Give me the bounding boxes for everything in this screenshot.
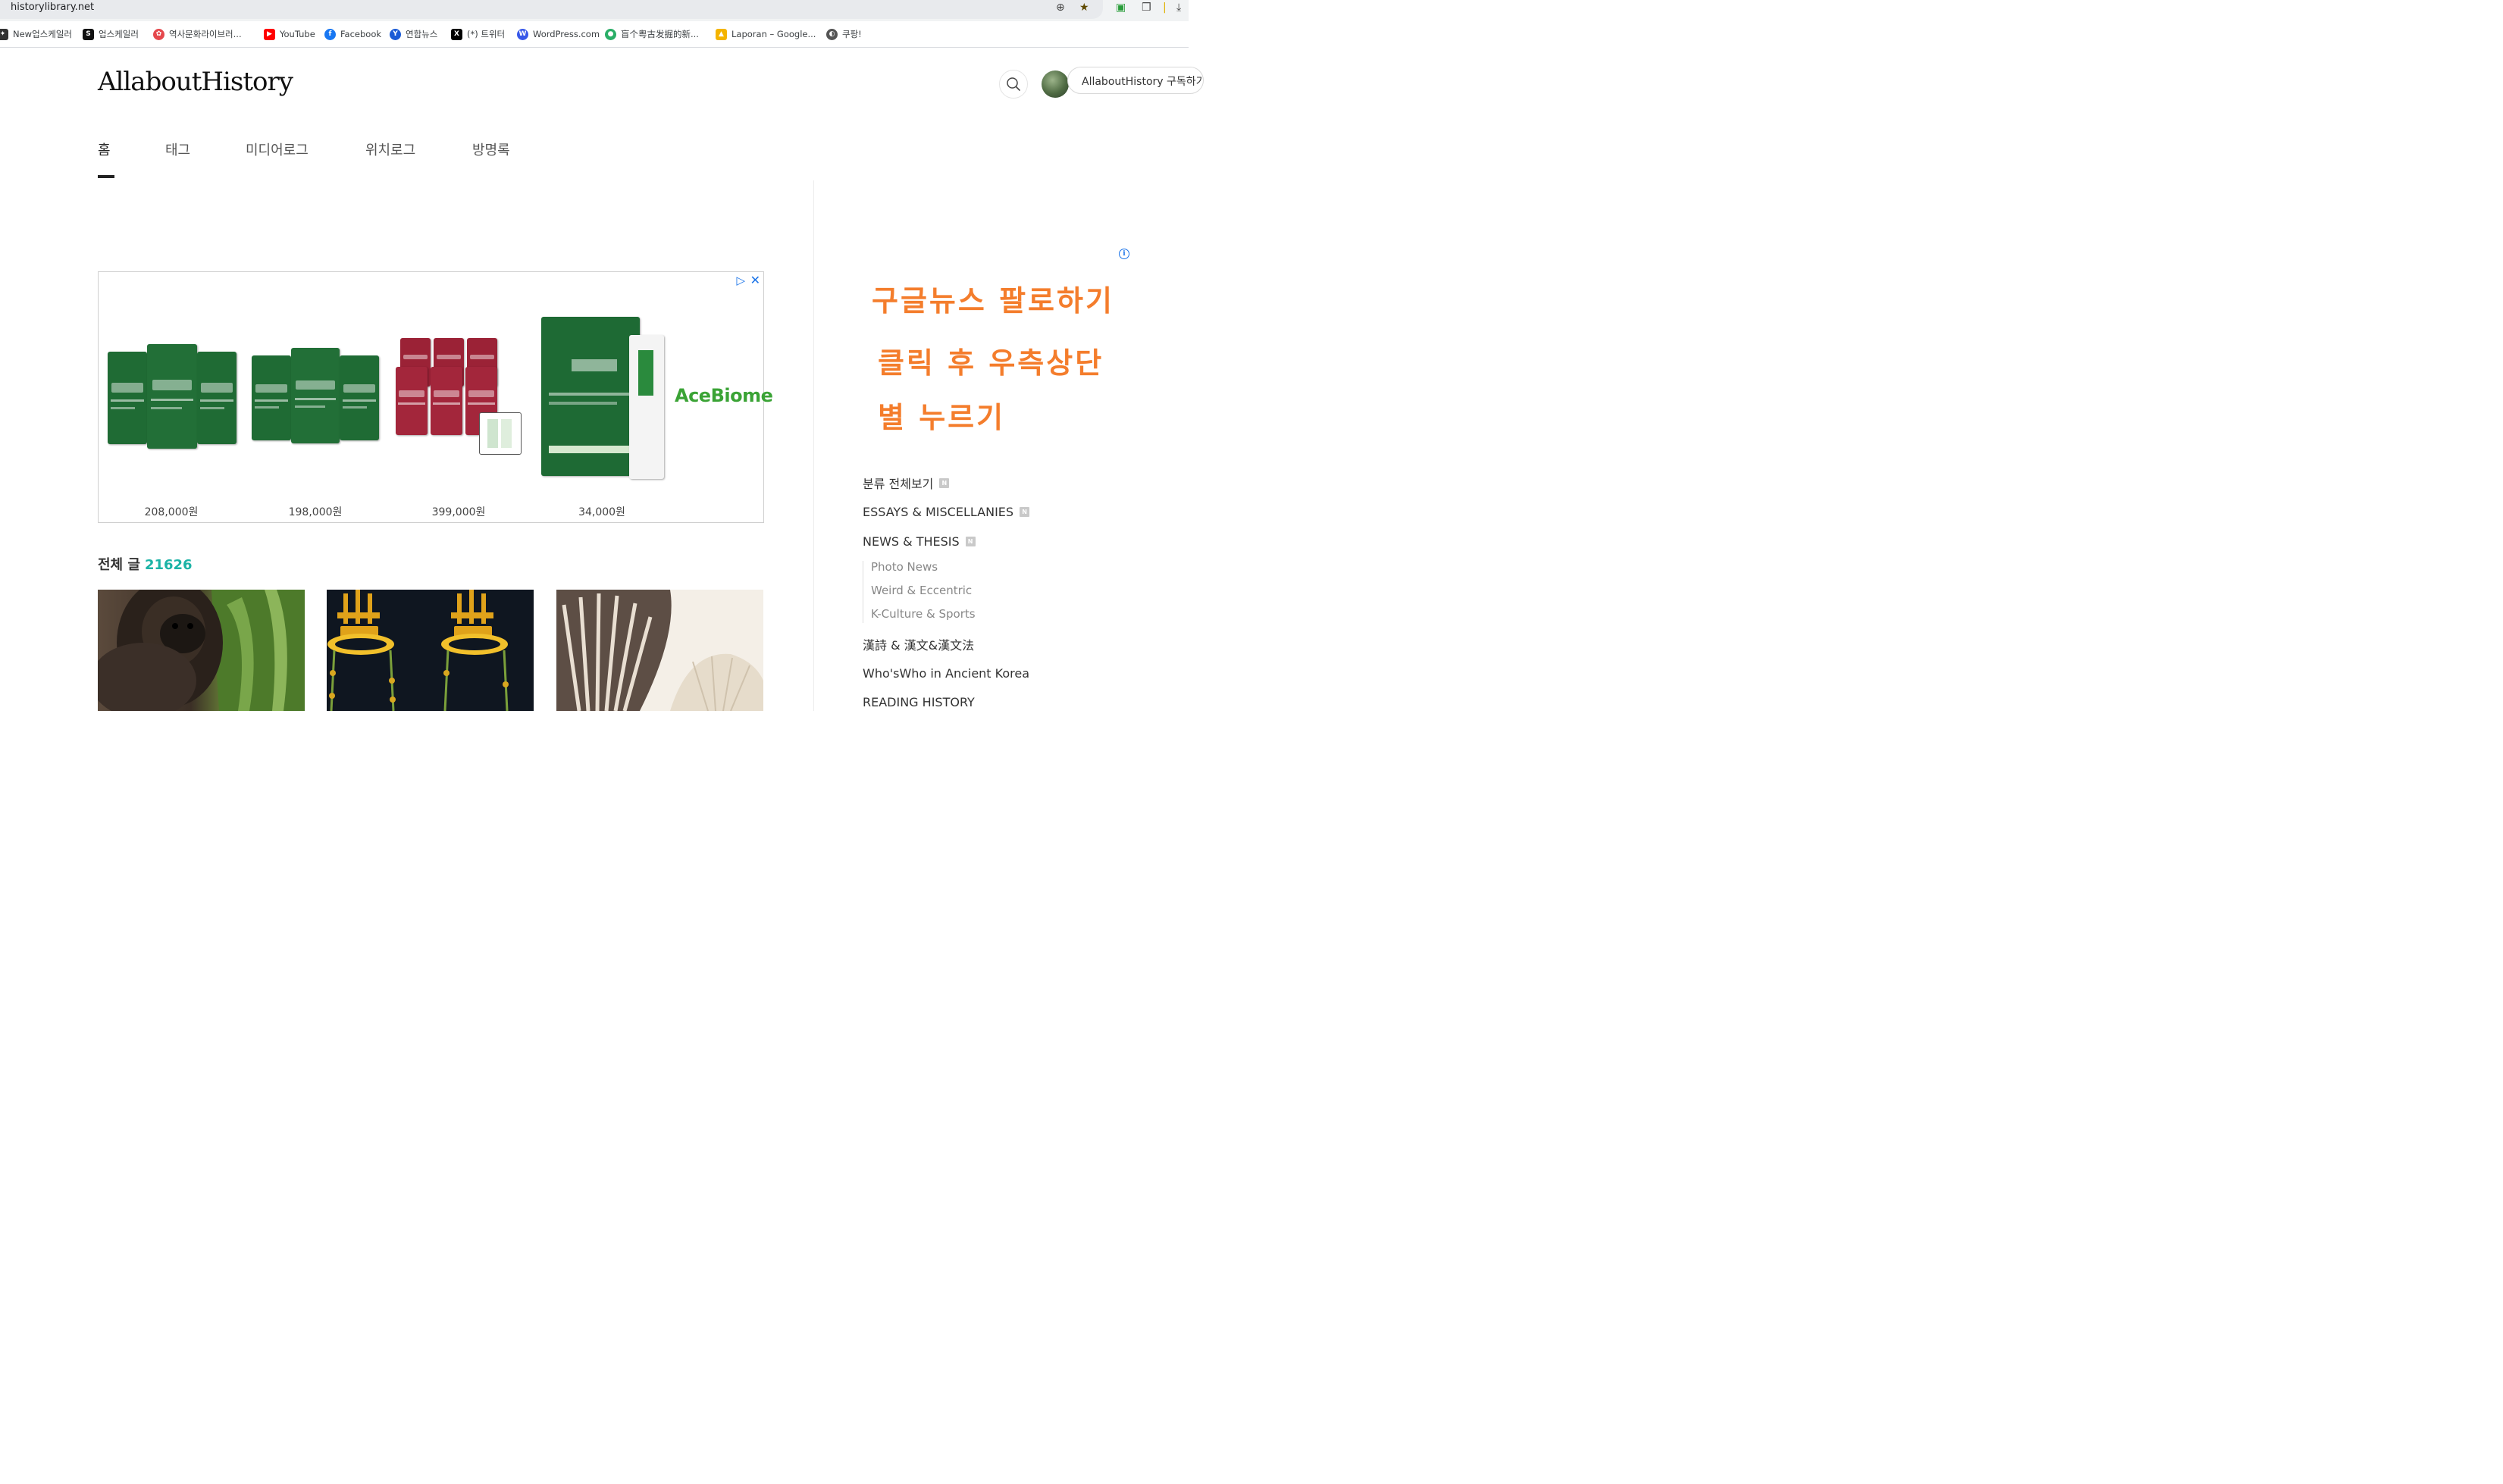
bookmark-favicon-icon: Y [390,28,401,40]
post-count-heading: 전체 글 21626 [98,554,193,574]
bookmark-star-icon[interactable]: ★ [1079,2,1089,14]
post-thumbnail-image [98,590,305,711]
promo-line[interactable]: 별 누르기 [878,394,1005,436]
close-icon[interactable]: ✕ [750,273,760,287]
new-badge: N [1020,507,1030,517]
bookmark-item[interactable]: f Facebook [324,27,381,41]
extension-icon[interactable]: ▣ [1116,2,1126,14]
category-label: NEWS & THESIS [863,534,960,549]
bookmark-favicon-icon: ✿ [153,28,164,40]
post-count-number: 21626 [144,557,193,573]
post-thumbnail-image [327,590,509,711]
ad-price[interactable]: 208,000원 [122,504,221,519]
avatar[interactable] [1042,70,1069,98]
ad-banner[interactable]: ▷ ✕ AceBiome 208,000원 198,000원 399,000원 … [98,271,773,523]
nav-medialog[interactable]: 미디어로그 [246,139,309,159]
youtube-icon: ▶ [264,28,275,40]
bookmark-item[interactable]: Y 연합뉴스 [390,27,437,41]
category-news-thesis[interactable]: NEWS & THESIS N [863,534,976,549]
category-all[interactable]: 분류 전체보기 N [863,474,950,492]
category-label: Who'sWho in Ancient Korea [863,666,1030,681]
nav-active-indicator [98,175,114,178]
bookmark-label: 쿠팡! [842,29,862,39]
adchoices-icon[interactable]: ▷ [736,274,745,287]
bookmark-item[interactable]: ✿ 역사문화라이브러... [153,27,242,41]
promo-line[interactable]: 클릭 후 우측상단 [878,340,1104,381]
bookmark-label: New업스케일러 [13,29,72,39]
site-logo[interactable]: AllaboutHistory [98,67,293,97]
bookmark-favicon-icon: ✦ [0,28,8,40]
category-reading-history[interactable]: READING HISTORY [863,695,975,709]
subcategory-weird-eccentric[interactable]: Weird & Eccentric [871,584,972,597]
bookmark-label: Facebook [340,29,382,39]
bookmark-label: 연합뉴스 [406,29,438,39]
nav-tag[interactable]: 태그 [165,139,190,159]
subcategory-kculture-sports[interactable]: K-Culture & Sports [871,607,976,621]
x-twitter-icon: X [451,28,462,40]
search-icon [1007,77,1020,91]
subcategory-photo-news[interactable]: Photo News [871,560,938,574]
bookmarks-bar: ✦ New업스케일러 S 업스케일러 ✿ 역사문화라이브러... ▶ YouTube f… [0,21,1189,48]
search-button[interactable] [999,70,1028,99]
bookmark-item[interactable]: ✦ New업스케일러 [0,27,72,41]
ad-product-image[interactable] [394,337,523,458]
ad-brand-name[interactable]: AceBiome [675,385,773,406]
post-thumbnail-image [556,590,763,711]
bookmark-label: Laporan – Google... [731,29,816,39]
bookmark-item[interactable]: ● 盲个粤古发掘的新... [605,27,699,41]
category-essays[interactable]: ESSAYS & MISCELLANIES N [863,505,1030,519]
bookmark-label: YouTube [280,29,315,39]
category-label: 분류 전체보기 [863,477,934,491]
nav-guestbook[interactable]: 방명록 [472,139,510,159]
ad-product-image[interactable] [538,314,675,481]
bookmark-label: (*) 트위터 [467,29,506,39]
post-thumbnail[interactable] [98,590,305,711]
bookmark-item[interactable]: ◐ 쿠팡! [826,27,862,41]
post-thumbnail[interactable] [556,590,763,711]
ad-price[interactable]: 34,000원 [553,504,651,519]
bookmark-label: 역사문화라이브러... [169,29,242,39]
content-sidebar-divider [813,180,814,711]
facebook-icon: f [324,28,336,40]
puzzle-icon[interactable]: ❒ [1142,2,1151,14]
google-ads-icon: ▲ [716,28,727,40]
ad-product-image[interactable] [106,344,243,450]
wechat-icon: ● [605,28,616,40]
promo-line[interactable]: 구글뉴스 팔로하기 [872,277,1114,319]
url-text[interactable]: historylibrary.net [11,2,94,13]
download-icon[interactable]: ⤓ [1176,2,1181,14]
bookmark-item[interactable]: W WordPress.com [517,27,600,41]
nav-locationlog[interactable]: 위치로그 [365,139,415,159]
bookmark-label: WordPress.com [533,29,600,39]
new-badge: N [965,537,976,546]
bookmark-favicon-icon: S [83,28,94,40]
zoom-icon[interactable]: ⊕ [1056,2,1065,14]
bookmark-item[interactable]: S 업스케일러 [83,27,139,41]
post-thumbnail[interactable] [327,590,534,711]
browser-address-row: historylibrary.net ⊕ ★ ▣ ❒ | ⤓ [0,0,1189,21]
post-count-label: 전체 글 [98,557,140,573]
category-label: 漢詩 & 漢文&漢文法 [863,638,975,653]
category-hansi[interactable]: 漢詩 & 漢文&漢文法 [863,635,974,653]
ad-product-image[interactable] [250,348,387,446]
ad-price[interactable]: 198,000원 [266,504,365,519]
subscribe-button[interactable]: AllaboutHistory 구독하기 [1067,67,1204,94]
bookmark-label: 업스케일러 [99,29,139,39]
wordpress-icon: W [517,28,528,40]
category-whoswho[interactable]: Who'sWho in Ancient Korea [863,666,1029,681]
globe-icon: ◐ [826,28,838,40]
bookmark-label: 盲个粤古发掘的新... [621,29,699,39]
address-bar[interactable]: historylibrary.net ⊕ ★ [0,0,1103,19]
ad-info-icon[interactable]: i [1119,249,1129,259]
nav-home[interactable]: 홈 [98,139,111,159]
category-label: ESSAYS & MISCELLANIES [863,505,1014,519]
divider-icon: | [1163,2,1167,14]
bookmark-item[interactable]: ▶ YouTube [264,27,315,41]
new-badge: N [939,477,950,488]
ad-price[interactable]: 399,000원 [409,504,508,519]
bookmark-item[interactable]: X (*) 트위터 [451,27,505,41]
bookmark-item[interactable]: ▲ Laporan – Google... [716,27,816,41]
category-label: READING HISTORY [863,695,975,709]
